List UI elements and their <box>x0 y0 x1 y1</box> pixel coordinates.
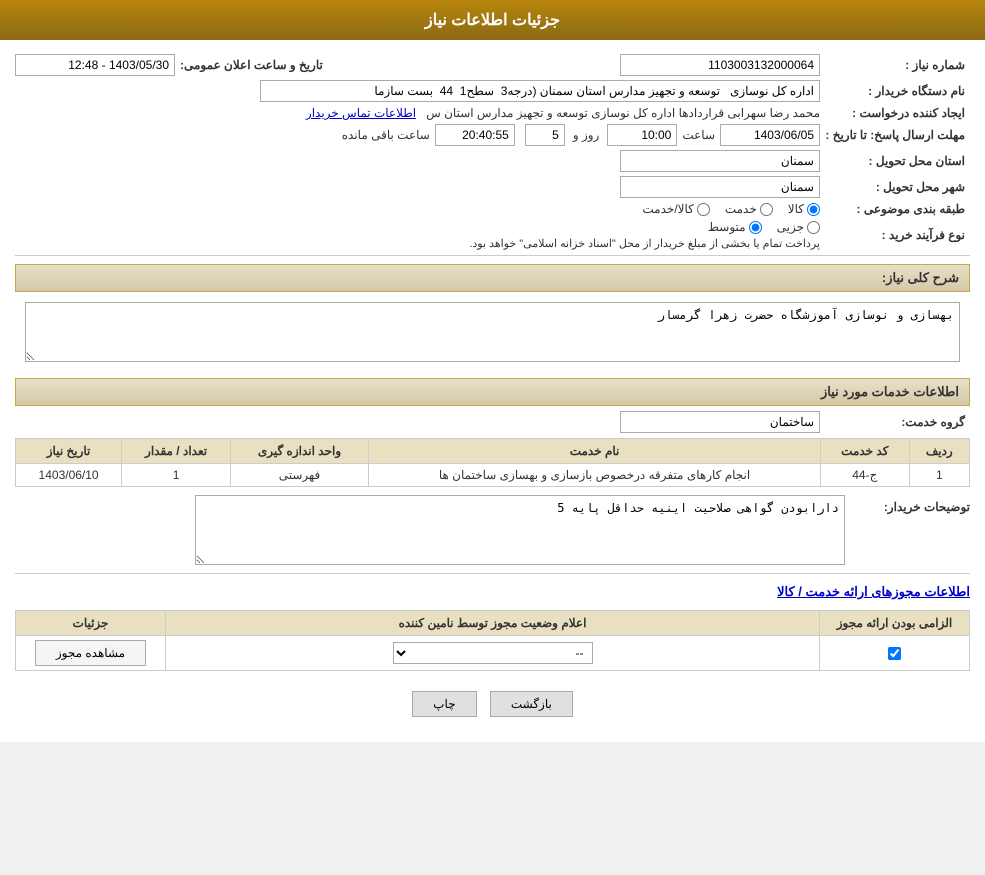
announce-date-input[interactable] <box>15 54 175 76</box>
description-textarea[interactable]: بهسازی و نوسازی آموزشگاه حضرت زهرا گرمسا… <box>25 302 960 362</box>
request-number-input[interactable] <box>620 54 820 76</box>
remaining-label: ساعت باقی مانده <box>342 128 430 142</box>
col-row-num: ردیف <box>909 439 969 464</box>
perm-status-select[interactable]: -- <box>393 642 593 664</box>
perm-mandatory-checkbox-wrapper <box>828 647 961 660</box>
page-container: جزئیات اطلاعات نیاز شماره نیاز : تاریخ و… <box>0 0 985 742</box>
service-group-label: گروه خدمت: <box>820 415 970 429</box>
col-service-name: نام خدمت <box>369 439 821 464</box>
col-date: تاریخ نیاز <box>16 439 122 464</box>
creator-row: ایجاد کننده درخواست : محمد رضا سهرابی قر… <box>15 106 970 120</box>
category-radio-group: کالا خدمت کالا/خدمت <box>642 202 820 216</box>
process-jazyi-item[interactable]: جزیی <box>777 220 820 234</box>
province-input[interactable] <box>620 150 820 172</box>
perm-col-details: جزئیات <box>16 611 166 636</box>
main-content: شماره نیاز : تاریخ و ساعت اعلان عمومی: ن… <box>0 40 985 742</box>
creator-value: محمد رضا سهرابی قراردادها اداره کل نوساز… <box>426 106 820 120</box>
cell-row-num: 1 <box>909 464 969 487</box>
request-number-label: شماره نیاز : <box>820 58 970 72</box>
day-label: روز و <box>573 128 600 142</box>
buyer-row: نام دستگاه خریدار : <box>15 80 970 102</box>
print-button[interactable]: چاپ <box>412 691 476 717</box>
cell-service-name: انجام کارهای متفرقه درخصوص بازسازی و بهس… <box>369 464 821 487</box>
view-permission-button[interactable]: مشاهده مجوز <box>35 640 146 666</box>
request-number-row: شماره نیاز : تاریخ و ساعت اعلان عمومی: <box>15 54 970 76</box>
buyer-desc-textarea[interactable]: دارابودن گواهی صلاحیت اینیه حداقل پایه 5 <box>195 495 845 565</box>
category-kala-item[interactable]: کالا <box>788 202 820 216</box>
col-service-code: کد خدمت <box>821 439 910 464</box>
creator-label: ایجاد کننده درخواست : <box>820 106 970 120</box>
buyer-input[interactable] <box>260 80 820 102</box>
service-group-input[interactable] <box>620 411 820 433</box>
divider-1 <box>15 255 970 256</box>
perm-mandatory-checkbox[interactable] <box>888 647 901 660</box>
province-row: استان محل تحویل : <box>15 150 970 172</box>
buyer-contact-link[interactable]: اطلاعات تماس خریدار <box>306 106 416 120</box>
category-khedmat-label: خدمت <box>725 202 757 216</box>
cell-unit: فهرستی <box>230 464 368 487</box>
perm-col-mandatory: الزامی بودن ارائه مجوز <box>820 611 970 636</box>
category-khedmat-item[interactable]: خدمت <box>725 202 773 216</box>
services-section-header: اطلاعات خدمات مورد نیاز <box>15 378 970 406</box>
category-label: طبقه بندی موضوعی : <box>820 202 970 216</box>
buyer-label: نام دستگاه خریدار : <box>820 84 970 98</box>
category-kala-radio[interactable] <box>807 203 820 216</box>
cell-date: 1403/06/10 <box>16 464 122 487</box>
back-button[interactable]: بازگشت <box>490 691 573 717</box>
process-note: پرداخت تمام یا بخشی از مبلغ خریدار از مح… <box>469 237 820 250</box>
category-khedmat-radio[interactable] <box>760 203 773 216</box>
process-label: نوع فرآیند خرید : <box>820 228 970 242</box>
process-jazyi-radio[interactable] <box>807 221 820 234</box>
col-quantity: تعداد / مقدار <box>122 439 231 464</box>
services-table: ردیف کد خدمت نام خدمت واحد اندازه گیری ت… <box>15 438 970 487</box>
buyer-desc-wrapper: دارابودن گواهی صلاحیت اینیه حداقل پایه 5 <box>15 495 845 565</box>
province-label: استان محل تحویل : <box>820 154 970 168</box>
footer-buttons: بازگشت چاپ <box>15 676 970 732</box>
process-motevaset-radio[interactable] <box>749 221 762 234</box>
process-row: نوع فرآیند خرید : جزیی متوسط پرداخت تمام… <box>15 220 970 250</box>
process-radio-group: جزیی متوسط پرداخت تمام یا بخشی از مبلغ خ… <box>469 220 820 250</box>
city-label: شهر محل تحویل : <box>820 180 970 194</box>
perm-col-status: اعلام وضعیت مجوز توسط نامین کننده <box>166 611 820 636</box>
perm-status-cell: -- <box>166 636 820 671</box>
category-both-item[interactable]: کالا/خدمت <box>642 202 709 216</box>
process-motevaset-item[interactable]: متوسط <box>708 220 762 234</box>
perm-table-row: -- مشاهده مجوز <box>16 636 970 671</box>
buyer-desc-section: توضیحات خریدار: دارابودن گواهی صلاحیت ای… <box>15 495 970 565</box>
announce-date-label: تاریخ و ساعت اعلان عمومی: <box>180 58 323 72</box>
deadline-time-input[interactable] <box>607 124 677 146</box>
description-section-header: شرح کلی نیاز: <box>15 264 970 292</box>
deadline-row: مهلت ارسال پاسخ: تا تاریخ : ساعت روز و س… <box>15 124 970 146</box>
divider-2 <box>15 573 970 574</box>
perm-details-cell: مشاهده مجوز <box>16 636 166 671</box>
category-both-radio[interactable] <box>697 203 710 216</box>
process-motevaset-label: متوسط <box>708 220 746 234</box>
cell-service-code: ج-44 <box>821 464 910 487</box>
page-title: جزئیات اطلاعات نیاز <box>0 0 985 40</box>
category-row: طبقه بندی موضوعی : کالا خدمت کالا/خدمت <box>15 202 970 216</box>
buyer-desc-label: توضیحات خریدار: <box>850 495 970 514</box>
deadline-label: مهلت ارسال پاسخ: تا تاریخ : <box>820 128 970 142</box>
description-section-title: شرح کلی نیاز: <box>882 270 959 285</box>
permissions-section-link[interactable]: اطلاعات مجوزهای ارائه خدمت / کالا <box>777 584 970 599</box>
category-both-label: کالا/خدمت <box>642 202 693 216</box>
perm-mandatory-cell <box>820 636 970 671</box>
service-group-row: گروه خدمت: <box>15 411 970 433</box>
col-unit: واحد اندازه گیری <box>230 439 368 464</box>
deadline-day-input[interactable] <box>525 124 565 146</box>
city-row: شهر محل تحویل : <box>15 176 970 198</box>
services-section-title: اطلاعات خدمات مورد نیاز <box>821 384 959 399</box>
permissions-section-title-row: اطلاعات مجوزهای ارائه خدمت / کالا <box>15 579 970 605</box>
cell-quantity: 1 <box>122 464 231 487</box>
deadline-clock-input[interactable] <box>435 124 515 146</box>
city-input[interactable] <box>620 176 820 198</box>
description-wrapper: بهسازی و نوسازی آموزشگاه حضرت زهرا گرمسا… <box>15 297 970 370</box>
category-kala-label: کالا <box>788 202 804 216</box>
permissions-table: الزامی بودن ارائه مجوز اعلام وضعیت مجوز … <box>15 610 970 671</box>
table-row: 1 ج-44 انجام کارهای متفرقه درخصوص بازساز… <box>16 464 970 487</box>
time-label: ساعت <box>682 128 715 142</box>
process-jazyi-label: جزیی <box>777 220 804 234</box>
deadline-date-input[interactable] <box>720 124 820 146</box>
